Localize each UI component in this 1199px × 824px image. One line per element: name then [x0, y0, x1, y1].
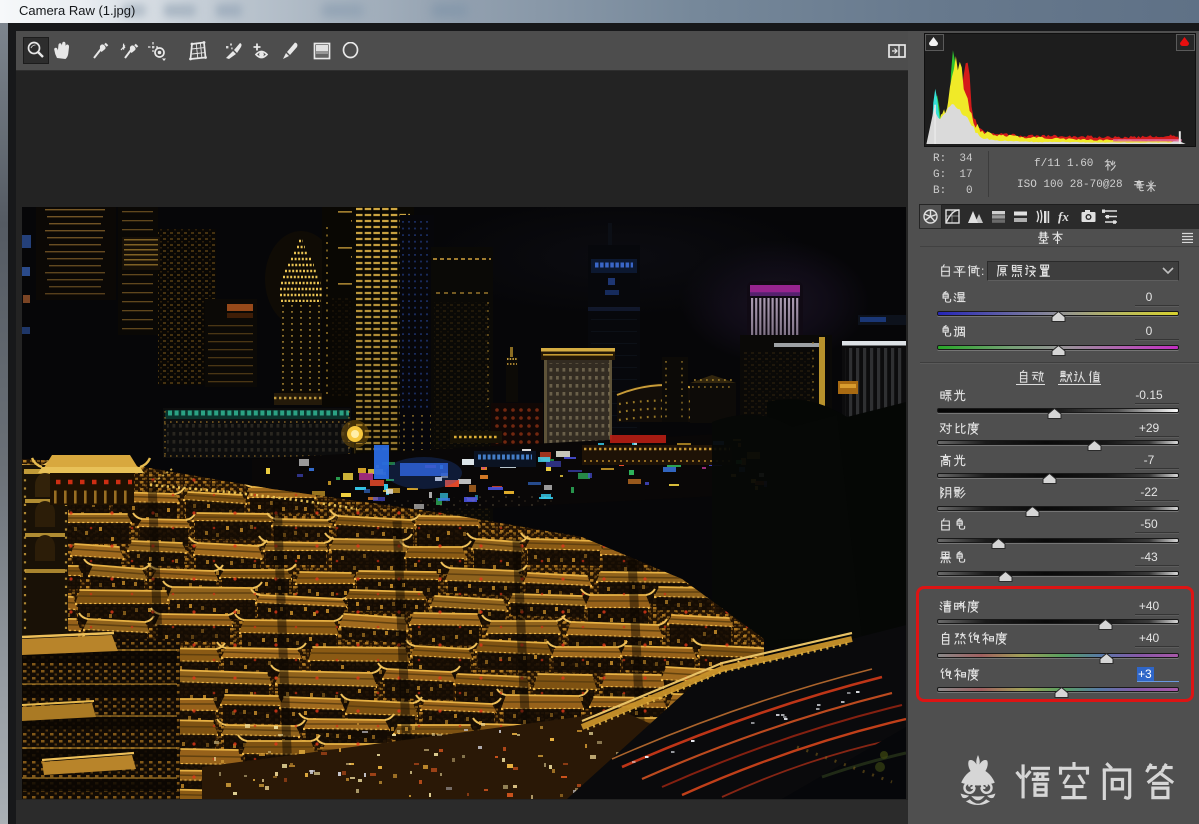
svg-text:fx: fx	[1058, 209, 1069, 224]
